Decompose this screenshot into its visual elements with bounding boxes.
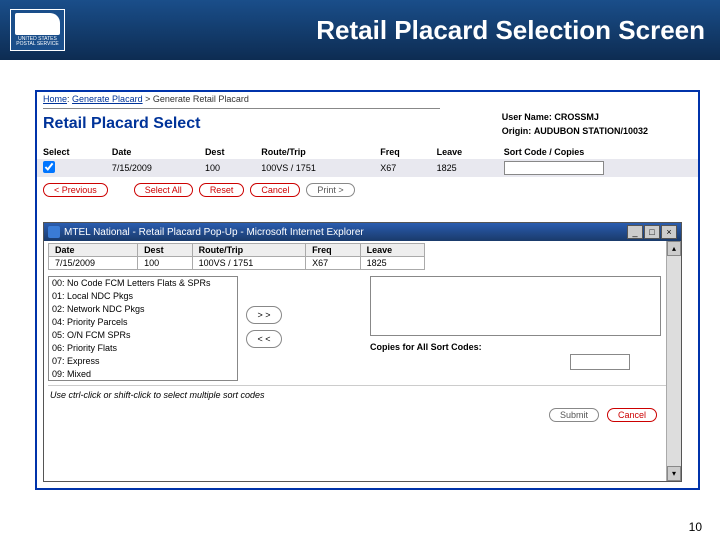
- list-item[interactable]: 04: Priority Parcels: [49, 316, 237, 329]
- slide-header: UNITED STATESPOSTAL SERVICE Retail Placa…: [0, 0, 720, 60]
- hint-text: Use ctrl-click or shift-click to select …: [48, 385, 677, 404]
- print-button[interactable]: Print >: [306, 183, 354, 197]
- previous-button[interactable]: < Previous: [43, 183, 108, 197]
- popup-title-text: MTEL National - Retail Placard Pop-Up - …: [64, 227, 626, 238]
- move-buttons: > > < <: [246, 276, 282, 348]
- move-in-button[interactable]: > >: [246, 306, 282, 324]
- selection-table: Select Date Dest Route/Trip Freq Leave S…: [37, 145, 698, 177]
- usps-logo: UNITED STATESPOSTAL SERVICE: [10, 9, 65, 51]
- col-dest: Dest: [199, 145, 255, 159]
- reset-button[interactable]: Reset: [199, 183, 245, 197]
- target-sortcode-listbox[interactable]: [370, 276, 661, 336]
- bc-home[interactable]: Home: [43, 94, 67, 104]
- select-all-button[interactable]: Select All: [134, 183, 193, 197]
- logo-text: UNITED STATESPOSTAL SERVICE: [16, 37, 58, 47]
- popup-header-row: Date Dest Route/Trip Freq Leave: [49, 244, 425, 257]
- slide-title: Retail Placard Selection Screen: [316, 15, 705, 46]
- col-leave: Leave: [431, 145, 498, 159]
- breadcrumb: Home: Generate Placard > Generate Retail…: [37, 92, 698, 106]
- popup-table: Date Dest Route/Trip Freq Leave 7/15/200…: [48, 243, 425, 270]
- col-select: Select: [37, 145, 106, 159]
- cancel-button[interactable]: Cancel: [250, 183, 300, 197]
- popup-body: Date Dest Route/Trip Freq Leave 7/15/200…: [44, 241, 681, 481]
- scroll-up-button[interactable]: ▴: [667, 241, 681, 256]
- list-item[interactable]: 00: No Code FCM Letters Flats & SPRs: [49, 277, 237, 290]
- col-freq: Freq: [374, 145, 430, 159]
- copies-label: Copies for All Sort Codes:: [370, 342, 661, 352]
- scroll-down-button[interactable]: ▾: [667, 466, 681, 481]
- list-item[interactable]: 07: Express: [49, 355, 237, 368]
- col-date: Date: [106, 145, 199, 159]
- bc-gen[interactable]: Generate Placard: [72, 94, 143, 104]
- page-number: 10: [689, 520, 702, 534]
- cell-route: 100VS / 1751: [255, 159, 374, 177]
- maximize-button[interactable]: □: [644, 225, 660, 239]
- close-button[interactable]: ×: [661, 225, 677, 239]
- row-select-checkbox[interactable]: [43, 161, 55, 173]
- source-sortcode-listbox[interactable]: 00: No Code FCM Letters Flats & SPRs 01:…: [48, 276, 238, 381]
- cell-dest: 100: [199, 159, 255, 177]
- move-out-button[interactable]: < <: [246, 330, 282, 348]
- button-row: < Previous Select All Reset Cancel Print…: [37, 177, 698, 203]
- browser-frame: Home: Generate Placard > Generate Retail…: [35, 90, 700, 490]
- submit-button[interactable]: Submit: [549, 408, 599, 422]
- table-header-row: Select Date Dest Route/Trip Freq Leave S…: [37, 145, 698, 159]
- cell-date: 7/15/2009: [106, 159, 199, 177]
- meta-block: User Name: CROSSMJ Origin: AUDUBON STATI…: [502, 110, 648, 139]
- cell-leave: 1825: [431, 159, 498, 177]
- list-item[interactable]: 01: Local NDC Pkgs: [49, 290, 237, 303]
- list-item[interactable]: 09: Mixed: [49, 368, 237, 381]
- cell-freq: X67: [374, 159, 430, 177]
- eagle-icon: [15, 13, 60, 35]
- list-item[interactable]: 06: Priority Flats: [49, 342, 237, 355]
- popup-data-row: 7/15/2009 100 100VS / 1751 X67 1825: [49, 257, 425, 270]
- list-item[interactable]: 05: O/N FCM SPRs: [49, 329, 237, 342]
- popup-cancel-button[interactable]: Cancel: [607, 408, 657, 422]
- table-row: 7/15/2009 100 100VS / 1751 X67 1825: [37, 159, 698, 177]
- sort-code-picker: 00: No Code FCM Letters Flats & SPRs 01:…: [48, 276, 677, 381]
- minimize-button[interactable]: _: [627, 225, 643, 239]
- col-sortcode: Sort Code / Copies: [498, 145, 698, 159]
- copies-input[interactable]: [570, 354, 630, 370]
- popup-window: MTEL National - Retail Placard Pop-Up - …: [43, 222, 682, 482]
- ie-icon: [48, 226, 60, 238]
- list-item[interactable]: 02: Network NDC Pkgs: [49, 303, 237, 316]
- divider: [43, 108, 440, 109]
- target-column: Copies for All Sort Codes:: [290, 276, 677, 370]
- popup-button-row: Submit Cancel: [48, 404, 677, 426]
- popup-titlebar[interactable]: MTEL National - Retail Placard Pop-Up - …: [44, 223, 681, 241]
- bc-current: Generate Retail Placard: [153, 94, 249, 104]
- col-route: Route/Trip: [255, 145, 374, 159]
- popup-scrollbar[interactable]: ▴ ▾: [666, 241, 681, 481]
- sortcode-copies-input[interactable]: [504, 161, 604, 175]
